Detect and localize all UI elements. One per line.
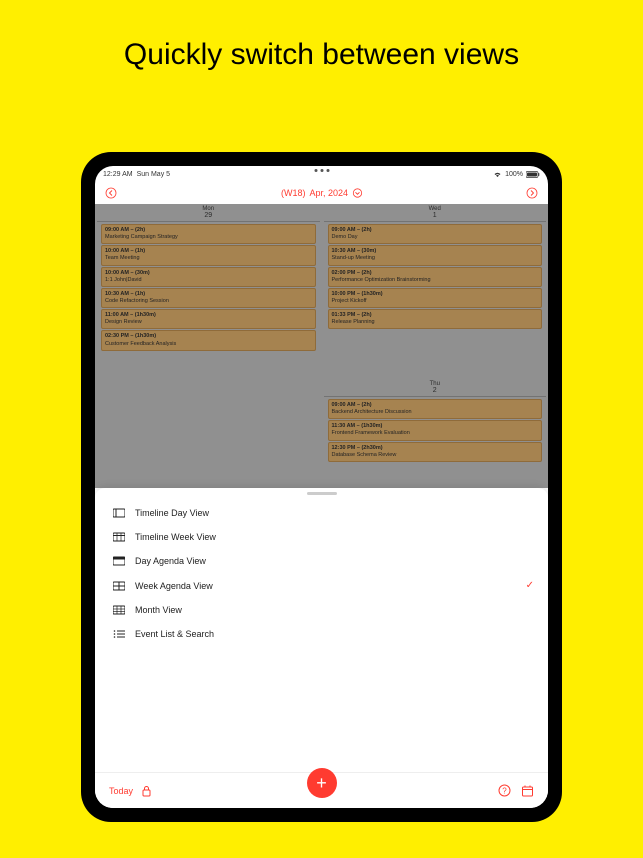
event-item[interactable]: 02:00 PM – (2h)Performance Optimization …: [328, 267, 543, 287]
event-item[interactable]: 12:30 PM – (2h30m)Database Schema Review: [328, 442, 543, 462]
check-icon: ✓: [526, 580, 534, 591]
month-label[interactable]: Apr, 2024: [309, 188, 348, 198]
calendar-body: Mon 29 09:00 AM – (2h)Marketing Campaign…: [95, 204, 548, 488]
month-view-icon: [109, 605, 129, 615]
chevron-down-icon: [352, 188, 362, 198]
page-headline: Quickly switch between views: [0, 0, 643, 72]
help-icon[interactable]: ?: [498, 784, 511, 797]
menu-item-month[interactable]: Month View: [109, 598, 534, 622]
event-list-icon: [109, 629, 129, 639]
plus-icon: +: [316, 774, 327, 792]
event-item[interactable]: 11:30 AM – (1h30m)Frontend Framework Eva…: [328, 420, 543, 440]
sheet-handle[interactable]: [307, 492, 337, 495]
event-item[interactable]: 09:00 AM – (2h)Demo Day: [328, 224, 543, 244]
event-item[interactable]: 09:00 AM – (2h)Marketing Campaign Strate…: [101, 224, 316, 244]
menu-item-timeline-day[interactable]: Timeline Day View: [109, 501, 534, 525]
battery-percent: 100%: [505, 171, 523, 178]
menu-label: Day Agenda View: [129, 556, 534, 566]
menu-item-timeline-week[interactable]: Timeline Week View: [109, 525, 534, 549]
event-item[interactable]: 09:00 AM – (2h)Backend Architecture Disc…: [328, 399, 543, 419]
day-number: 2: [324, 387, 547, 394]
day-number: 29: [97, 212, 320, 219]
status-date: Sun May 5: [137, 171, 170, 178]
day-label: Wed: [324, 204, 547, 212]
menu-label: Timeline Week View: [129, 532, 534, 542]
event-item[interactable]: 10:00 AM – (1h)Team Meeting: [101, 245, 316, 265]
next-period-button[interactable]: [526, 187, 538, 199]
week-agenda-icon: [109, 581, 129, 591]
calendar-nav: (W18) Apr, 2024: [95, 182, 548, 204]
calendar-icon[interactable]: [521, 784, 534, 797]
timeline-week-icon: [109, 532, 129, 542]
menu-label: Event List & Search: [129, 629, 534, 639]
today-button[interactable]: Today: [109, 786, 133, 796]
day-agenda-icon: [109, 556, 129, 566]
day-column[interactable]: Wed 1 09:00 AM – (2h)Demo Day 10:30 AM –…: [322, 204, 549, 379]
battery-icon: [526, 171, 540, 178]
svg-text:?: ?: [502, 787, 507, 796]
status-time: 12:29 AM: [103, 171, 133, 178]
camera-notch: [314, 169, 329, 172]
day-column[interactable]: Mon 29 09:00 AM – (2h)Marketing Campaign…: [95, 204, 322, 379]
event-item[interactable]: 10:00 PM – (1h30m)Project Kickoff: [328, 288, 543, 308]
event-item[interactable]: 02:30 PM – (1h30m)Customer Feedback Anal…: [101, 330, 316, 350]
menu-label: Month View: [129, 605, 534, 615]
menu-item-day-agenda[interactable]: Day Agenda View: [109, 549, 534, 573]
view-switcher-sheet: Timeline Day View Timeline Week View Day…: [95, 488, 548, 808]
week-label: (W18): [281, 188, 306, 198]
add-event-button[interactable]: +: [307, 768, 337, 798]
event-item[interactable]: 10:30 AM – (1h)Code Refactoring Session: [101, 288, 316, 308]
event-item[interactable]: 11:00 AM – (1h30m)Design Review: [101, 309, 316, 329]
view-menu-list: Timeline Day View Timeline Week View Day…: [95, 501, 548, 646]
prev-period-button[interactable]: [105, 187, 117, 199]
tablet-screen: 12:29 AM Sun May 5 100% (W18) Apr, 2024: [95, 166, 548, 808]
menu-label: Timeline Day View: [129, 508, 534, 518]
lock-icon[interactable]: [141, 785, 152, 797]
menu-item-week-agenda[interactable]: Week Agenda View ✓: [109, 573, 534, 598]
day-number: 1: [324, 212, 547, 219]
event-item[interactable]: 01:33 PM – (2h)Release Planning: [328, 309, 543, 329]
day-label: Thu: [324, 379, 547, 387]
tablet-frame: 12:29 AM Sun May 5 100% (W18) Apr, 2024: [81, 152, 562, 822]
day-column[interactable]: Thu 2 09:00 AM – (2h)Backend Architectur…: [322, 379, 549, 484]
event-item[interactable]: 10:00 AM – (30m)1:1 John|David: [101, 267, 316, 287]
wifi-icon: [493, 171, 502, 178]
menu-label: Week Agenda View: [129, 581, 526, 591]
day-label: Mon: [97, 204, 320, 212]
timeline-day-icon: [109, 508, 129, 518]
menu-item-event-list[interactable]: Event List & Search: [109, 622, 534, 646]
event-item[interactable]: 10:30 AM – (30m)Stand-up Meeting: [328, 245, 543, 265]
